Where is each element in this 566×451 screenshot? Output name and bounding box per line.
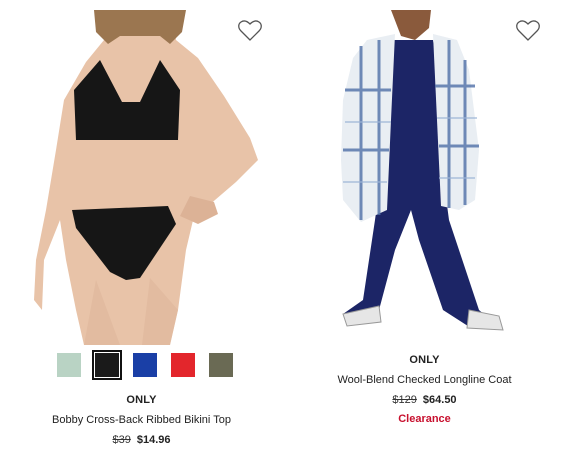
swatch-chip [95, 353, 119, 377]
price-row: $129 $64.50 [283, 394, 566, 406]
color-swatches [50, 350, 240, 380]
swatch-chip [209, 353, 233, 377]
original-price: $39 [112, 434, 131, 446]
price-row: $39 $14.96 [0, 434, 283, 446]
swatch-olive[interactable] [202, 351, 240, 379]
swatch-black[interactable] [88, 350, 126, 380]
wishlist-heart-icon[interactable] [238, 20, 262, 42]
product-name[interactable]: Wool-Blend Checked Longline Coat [283, 374, 566, 386]
product-image[interactable] [283, 10, 566, 345]
swatch-selected-ring [92, 350, 122, 380]
swatch-chip [57, 353, 81, 377]
swatch-sage[interactable] [50, 351, 88, 379]
sale-price: $14.96 [136, 434, 171, 446]
product-brand: ONLY [409, 354, 440, 366]
swatch-red[interactable] [164, 351, 202, 379]
product-brand: ONLY [126, 394, 157, 406]
product-info: ONLY Wool-Blend Checked Longline Coat $1… [283, 354, 566, 425]
swatch-chip [133, 353, 157, 377]
product-name[interactable]: Bobby Cross-Back Ribbed Bikini Top [0, 414, 283, 426]
product-image[interactable] [0, 10, 283, 345]
wishlist-heart-icon[interactable] [516, 20, 540, 42]
clearance-badge: Clearance [398, 413, 451, 425]
original-price: $129 [392, 394, 417, 406]
sale-price: $64.50 [422, 394, 457, 406]
swatch-blue[interactable] [126, 351, 164, 379]
swatch-chip [171, 353, 195, 377]
product-info: ONLY Bobby Cross-Back Ribbed Bikini Top … [0, 394, 283, 446]
